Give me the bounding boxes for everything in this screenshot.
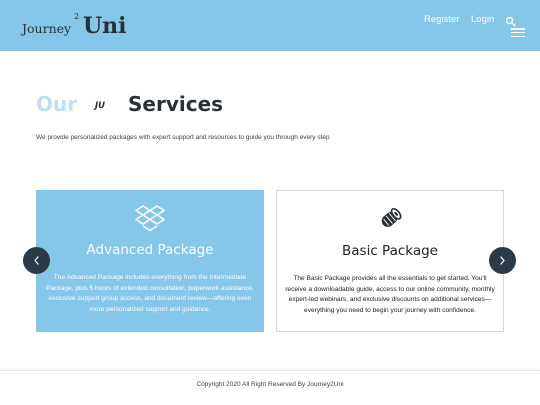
package-description: The Advanced Package includes everything… — [46, 274, 254, 313]
package-description: The Basic Package provides all the essen… — [285, 275, 495, 314]
services-intro: We provide personalized packages with ex… — [36, 134, 330, 141]
register-link[interactable]: Register — [424, 14, 459, 25]
dropbox-box-icon — [135, 205, 165, 232]
logo-two-superscript: 2 — [74, 12, 80, 21]
carousel-next-button[interactable] — [489, 247, 516, 274]
package-card-advanced[interactable]: Advanced Package The Advanced Package in… — [36, 190, 264, 332]
site-header: Journey 2 Uni Register Login — [0, 0, 540, 51]
site-footer: Copyright 2020 All Right Reserved By Jou… — [0, 370, 540, 405]
package-title: Advanced Package — [86, 242, 214, 258]
login-link[interactable]: Login — [471, 14, 494, 25]
heading-our: Our — [36, 92, 78, 116]
chevron-left-icon — [34, 256, 39, 265]
heading-services: Services — [128, 92, 224, 116]
chevron-right-icon — [500, 256, 505, 265]
package-title: Basic Package — [342, 243, 438, 259]
copyright-text: Copyright 2020 All Right Reserved By Jou… — [196, 381, 344, 388]
logo-uni-text: Uni — [83, 13, 127, 39]
heading-ju-logo: JU — [95, 101, 106, 111]
menu-icon[interactable] — [511, 28, 525, 38]
logo-journey-text: Journey — [22, 21, 72, 36]
search-icon[interactable] — [505, 16, 516, 27]
rolled-map-icon — [381, 208, 402, 227]
carousel-prev-button[interactable] — [23, 247, 50, 274]
package-card-basic[interactable]: Basic Package The Basic Package provides… — [276, 190, 504, 332]
